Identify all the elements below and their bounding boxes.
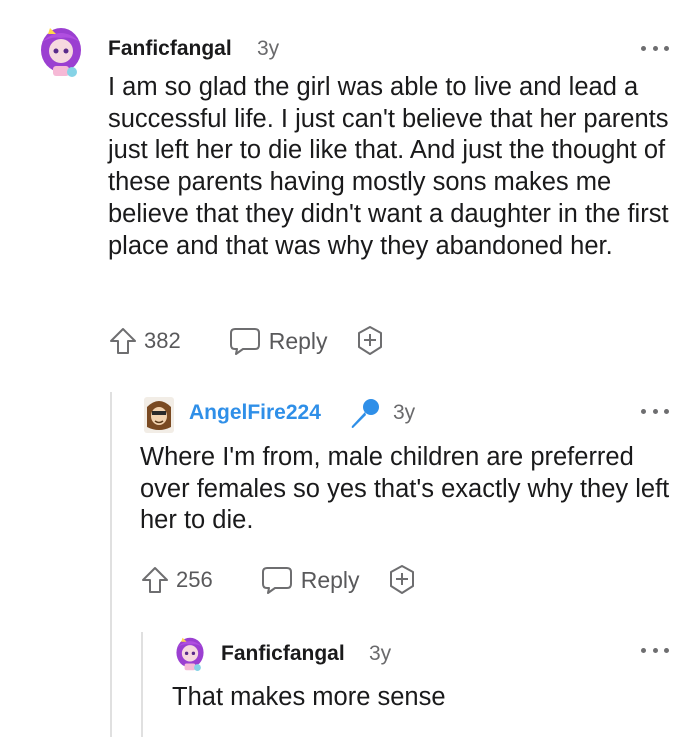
reply-button[interactable]: Reply <box>261 565 360 595</box>
avatar-brown-character-icon <box>144 397 174 433</box>
award-plus-icon <box>357 326 382 355</box>
upvote-arrow-icon <box>110 328 136 354</box>
comment-age: 3y <box>369 642 392 665</box>
award-plus-icon <box>389 565 414 594</box>
comment-body: I am so glad the girl was able to live a… <box>108 73 669 260</box>
avatar[interactable] <box>36 24 86 80</box>
upvote-button[interactable]: 256 <box>140 565 213 595</box>
comment-actions: 382 Reply <box>108 324 386 358</box>
comment-age: 3y <box>257 37 280 60</box>
microphone-icon <box>346 396 382 437</box>
upvote-count: 382 <box>144 328 181 353</box>
comment-age: 3y <box>393 401 416 424</box>
reply-label: Reply <box>300 566 360 593</box>
award-button[interactable] <box>386 564 418 596</box>
avatar[interactable] <box>173 635 207 673</box>
username[interactable]: Fanficfangal <box>221 642 345 666</box>
speech-bubble-icon <box>261 567 292 594</box>
username[interactable]: Fanficfangal <box>108 37 232 61</box>
comment-actions: 256 Reply <box>140 563 418 597</box>
comment-body: That makes more sense <box>172 683 446 711</box>
more-dots-icon[interactable] <box>641 406 669 416</box>
comment-body: Where I'm from, male children are prefer… <box>140 443 670 535</box>
upvote-button[interactable]: 382 <box>108 326 181 356</box>
avatar-anime-girl-icon <box>41 28 81 77</box>
avatar-anime-girl-icon <box>176 637 204 671</box>
avatar[interactable] <box>144 397 174 433</box>
reply-button[interactable]: Reply <box>229 326 328 356</box>
more-dots-icon[interactable] <box>641 645 669 655</box>
username[interactable]: AngelFire224 <box>189 401 321 425</box>
reply-label: Reply <box>268 327 328 354</box>
thread-line-level-1[interactable] <box>110 392 112 737</box>
upvote-count: 256 <box>176 567 213 592</box>
more-dots-icon[interactable] <box>641 43 669 53</box>
speech-bubble-icon <box>229 328 260 355</box>
thread-line-level-2[interactable] <box>141 632 143 737</box>
award-button[interactable] <box>354 325 386 357</box>
upvote-arrow-icon <box>142 567 168 593</box>
